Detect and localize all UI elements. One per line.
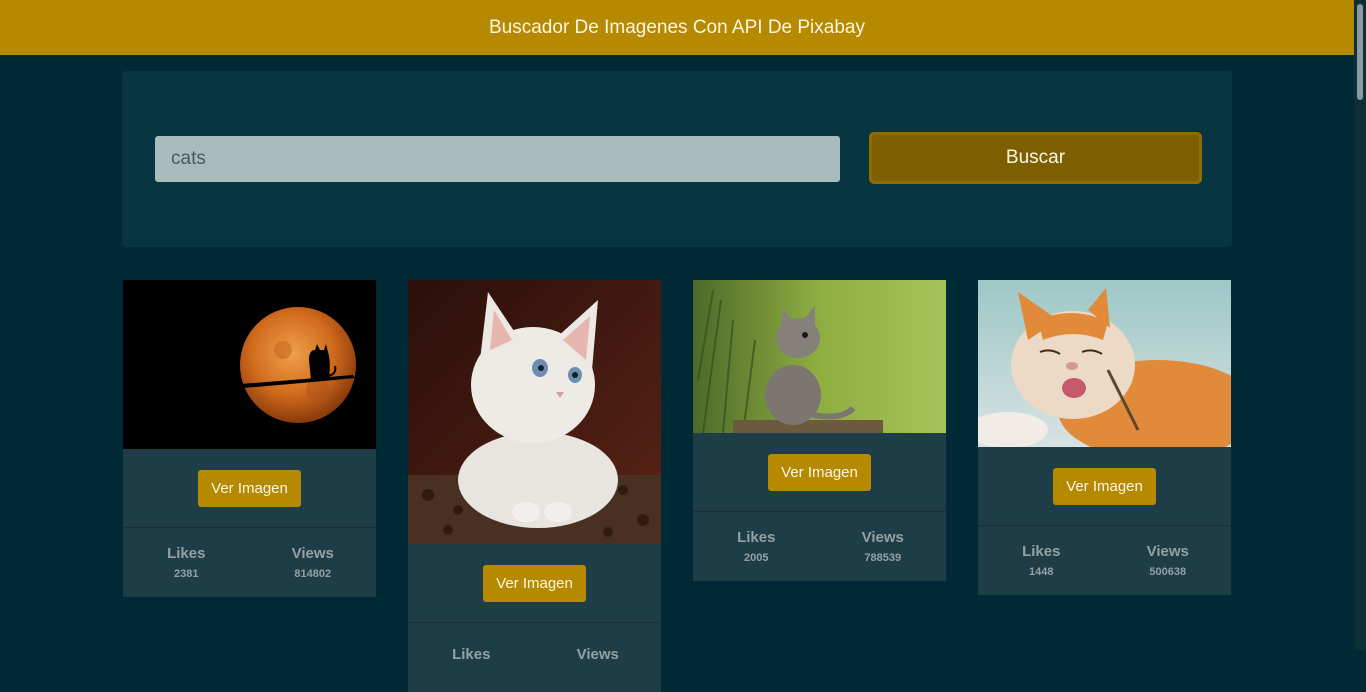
views-stat: Views 500638 xyxy=(1105,526,1232,595)
card-actions: Ver Imagen xyxy=(978,447,1231,526)
likes-stat: Likes 2381 xyxy=(123,528,250,597)
result-card: Ver Imagen Likes 1448 Views 500638 xyxy=(978,280,1231,595)
views-stat: Views 788539 xyxy=(820,512,947,581)
card-stats: Likes 2381 Views 814802 xyxy=(123,528,376,597)
grey-kitten-photo[interactable] xyxy=(693,280,946,433)
likes-label: Likes xyxy=(737,529,776,546)
views-count: 500638 xyxy=(1149,566,1187,578)
card-actions: Ver Imagen xyxy=(408,544,661,623)
scrollbar-thumb[interactable] xyxy=(1357,4,1363,100)
likes-stat: Likes 1448 xyxy=(978,526,1105,595)
search-input[interactable] xyxy=(155,136,840,182)
views-count: 788539 xyxy=(864,552,902,564)
views-label: Views xyxy=(576,646,619,663)
orange-cat-photo[interactable] xyxy=(978,280,1231,447)
card-actions: Ver Imagen xyxy=(693,433,946,512)
likes-count: 2005 xyxy=(744,552,769,564)
likes-label: Likes xyxy=(452,646,491,663)
views-label: Views xyxy=(291,545,334,562)
view-image-button[interactable]: Ver Imagen xyxy=(198,469,301,507)
views-label: Views xyxy=(861,529,904,546)
moon-cat-photo[interactable] xyxy=(123,280,376,449)
view-image-button[interactable]: Ver Imagen xyxy=(1053,467,1156,505)
likes-label: Likes xyxy=(1022,543,1061,560)
page-scrollbar[interactable] xyxy=(1354,0,1366,650)
views-label: Views xyxy=(1146,543,1189,560)
search-panel: Buscar xyxy=(122,71,1232,247)
views-stat: Views xyxy=(535,623,662,692)
page-title: Buscador De Imagenes Con API De Pixabay xyxy=(489,16,865,38)
card-actions: Ver Imagen xyxy=(123,449,376,528)
card-stats: Likes 1448 Views 500638 xyxy=(978,526,1231,595)
likes-count: 1448 xyxy=(1029,566,1054,578)
views-stat: Views 814802 xyxy=(250,528,377,597)
likes-count: 2381 xyxy=(174,568,199,580)
card-stats: Likes 2005 Views 788539 xyxy=(693,512,946,581)
app-header: Buscador De Imagenes Con API De Pixabay xyxy=(0,0,1354,55)
likes-stat: Likes xyxy=(408,623,535,692)
likes-stat: Likes 2005 xyxy=(693,512,820,581)
views-count: 814802 xyxy=(294,568,332,580)
result-card: Ver Imagen Likes 2381 Views 814802 xyxy=(123,280,376,597)
view-image-button[interactable]: Ver Imagen xyxy=(483,564,586,602)
likes-label: Likes xyxy=(167,545,206,562)
result-card: Ver Imagen Likes Views xyxy=(408,280,661,692)
result-card: Ver Imagen Likes 2005 Views 788539 xyxy=(693,280,946,581)
card-stats: Likes Views xyxy=(408,623,661,692)
search-button[interactable]: Buscar xyxy=(869,132,1202,184)
white-kitten-photo[interactable] xyxy=(408,280,661,544)
view-image-button[interactable]: Ver Imagen xyxy=(768,453,871,491)
